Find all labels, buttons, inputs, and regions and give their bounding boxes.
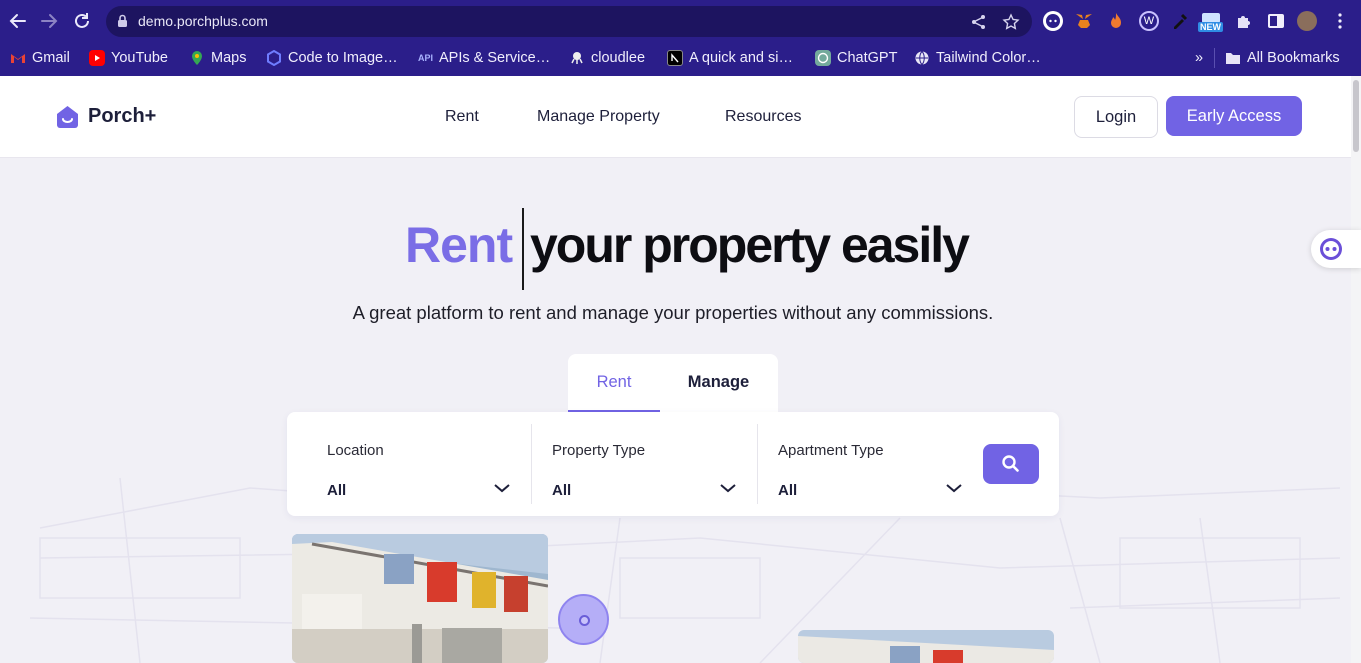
bookmark-tailwind[interactable]: Tailwind Color… [914,48,1041,68]
divider [757,424,758,504]
bookmark-quick[interactable]: A quick and si… [667,48,793,68]
code-icon [266,49,282,67]
youtube-icon [89,50,105,66]
property-card-image[interactable] [292,534,548,663]
bookmark-youtube[interactable]: YouTube [89,48,168,68]
property-type-label: Property Type [552,442,646,459]
bookmark-cloudlee[interactable]: cloudlee [569,48,645,68]
api-icon: API [418,53,434,63]
brand-name: Porch+ [88,105,157,127]
building-photo [798,630,1054,663]
property-search-card: Location All Property Type All Apartment… [287,412,1059,516]
side-panel-icon[interactable] [1266,11,1286,31]
lock-icon [118,14,127,27]
scroll-thumb[interactable] [1353,80,1359,152]
divider [531,424,532,504]
hero-heading: Rent your property easily [0,208,1351,290]
search-icon [1002,455,1019,472]
nextjs-icon [667,50,683,66]
bookmark-gmail[interactable]: Gmail [10,48,70,68]
login-button[interactable]: Login [1074,96,1158,138]
nav-rent[interactable]: Rent [445,108,479,126]
url-text: demo.porchplus.com [138,13,268,29]
nav-manage-property[interactable]: Manage Property [537,108,660,126]
apartment-type-label: Apartment Type [778,442,884,459]
fire-extension-icon[interactable] [1106,11,1126,31]
address-bar[interactable]: demo.porchplus.com [106,6,1032,37]
house-logo-icon [57,106,78,128]
hero-title-accent: Rent [405,217,513,273]
site-header: Porch+ Rent Manage Property Resources Lo… [0,76,1351,158]
location-label: Location [327,442,384,459]
browser-toolbar: demo.porchplus.com W NEW [0,0,1361,42]
pin-dot [579,615,590,626]
hero-subtitle: A great platform to rent and manage your… [352,302,994,323]
tab-rent[interactable]: Rent [568,354,660,412]
chevron-down-icon [720,484,736,493]
apartment-type-select[interactable]: Apartment Type All [778,424,968,504]
apartment-type-value: All [778,482,798,499]
bookmarks-overflow-icon[interactable]: » [1195,48,1203,68]
property-type-value: All [552,482,572,499]
all-bookmarks[interactable]: All Bookmarks [1214,48,1340,68]
early-access-button[interactable]: Early Access [1166,96,1302,136]
property-card-image-2[interactable] [798,630,1054,663]
octopus-icon [569,50,585,66]
search-tabs: Rent Manage [568,354,778,412]
building-photo [292,534,548,663]
location-value: All [327,482,347,499]
tab-manage[interactable]: Manage [668,354,769,412]
location-select[interactable]: Location All [327,424,517,504]
back-icon[interactable] [7,10,29,32]
forward-icon[interactable] [38,10,60,32]
reload-icon[interactable] [71,10,93,32]
bookmark-maps[interactable]: Maps [189,48,246,68]
wordpress-icon[interactable]: W [1139,11,1159,31]
map-location-pin[interactable] [558,594,609,645]
menu-kebab-icon[interactable] [1330,11,1350,31]
share-icon[interactable] [970,13,988,31]
bookmark-star-icon[interactable] [1002,13,1020,31]
metamask-icon[interactable] [1074,11,1094,31]
typing-caret [522,208,524,290]
chevron-down-icon [946,484,962,493]
new-extension-icon[interactable]: NEW [1198,11,1223,32]
search-button[interactable] [983,444,1039,484]
floating-assistant-button[interactable] [1311,230,1361,268]
folder-icon [1225,50,1241,66]
nav-resources[interactable]: Resources [725,108,801,126]
bookmark-apis[interactable]: API APIs & Service… [418,48,550,68]
gmail-icon [10,50,26,66]
new-badge: NEW [1198,22,1223,32]
bot-face-icon [1320,238,1342,260]
globe-icon [914,50,930,66]
color-picker-icon[interactable] [1170,11,1190,31]
brand-logo[interactable]: Porch+ [55,104,156,129]
page-scrollbar[interactable] [1351,76,1361,663]
bookmark-code-to-image[interactable]: Code to Image… [266,48,398,68]
extension-chat-icon[interactable] [1043,11,1063,31]
bookmark-chatgpt[interactable]: ChatGPT [815,48,897,68]
chevron-down-icon [494,484,510,493]
extensions-puzzle-icon[interactable] [1234,11,1254,31]
property-type-select[interactable]: Property Type All [552,424,742,504]
maps-icon [189,50,205,66]
chatgpt-icon [815,50,831,66]
hero-title-rest: your property easily [530,217,970,273]
profile-avatar[interactable] [1297,11,1317,31]
